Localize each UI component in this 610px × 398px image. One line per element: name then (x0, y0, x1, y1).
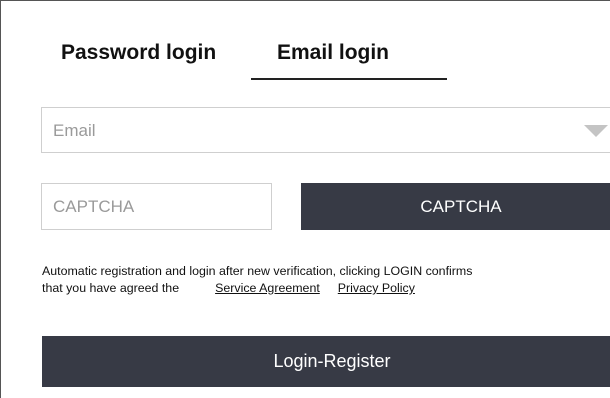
active-tab-indicator (251, 78, 447, 80)
agreement-prefix: that you have agreed the (42, 281, 180, 295)
email-placeholder: Email (53, 121, 96, 140)
captcha-input[interactable] (41, 183, 272, 230)
agreement-line-1: Automatic registration and login after n… (42, 264, 473, 278)
service-agreement-link[interactable]: Service Agreement (215, 281, 320, 295)
captcha-button[interactable]: CAPTCHA (301, 183, 610, 230)
email-select[interactable]: Email (41, 107, 610, 153)
login-register-button[interactable]: Login-Register (42, 336, 610, 387)
tab-email-login[interactable]: Email login (277, 41, 389, 65)
login-panel: Password login Email login Email CAPTCHA… (0, 0, 610, 398)
tab-password-login[interactable]: Password login (61, 41, 216, 65)
chevron-down-icon[interactable] (584, 125, 608, 137)
privacy-policy-link[interactable]: Privacy Policy (338, 281, 415, 295)
agreement-text: Automatic registration and login after n… (42, 263, 610, 297)
agreement-line-2: that you have agreed the Service Agreemen… (42, 280, 610, 297)
login-tabs: Password login Email login (61, 41, 461, 81)
